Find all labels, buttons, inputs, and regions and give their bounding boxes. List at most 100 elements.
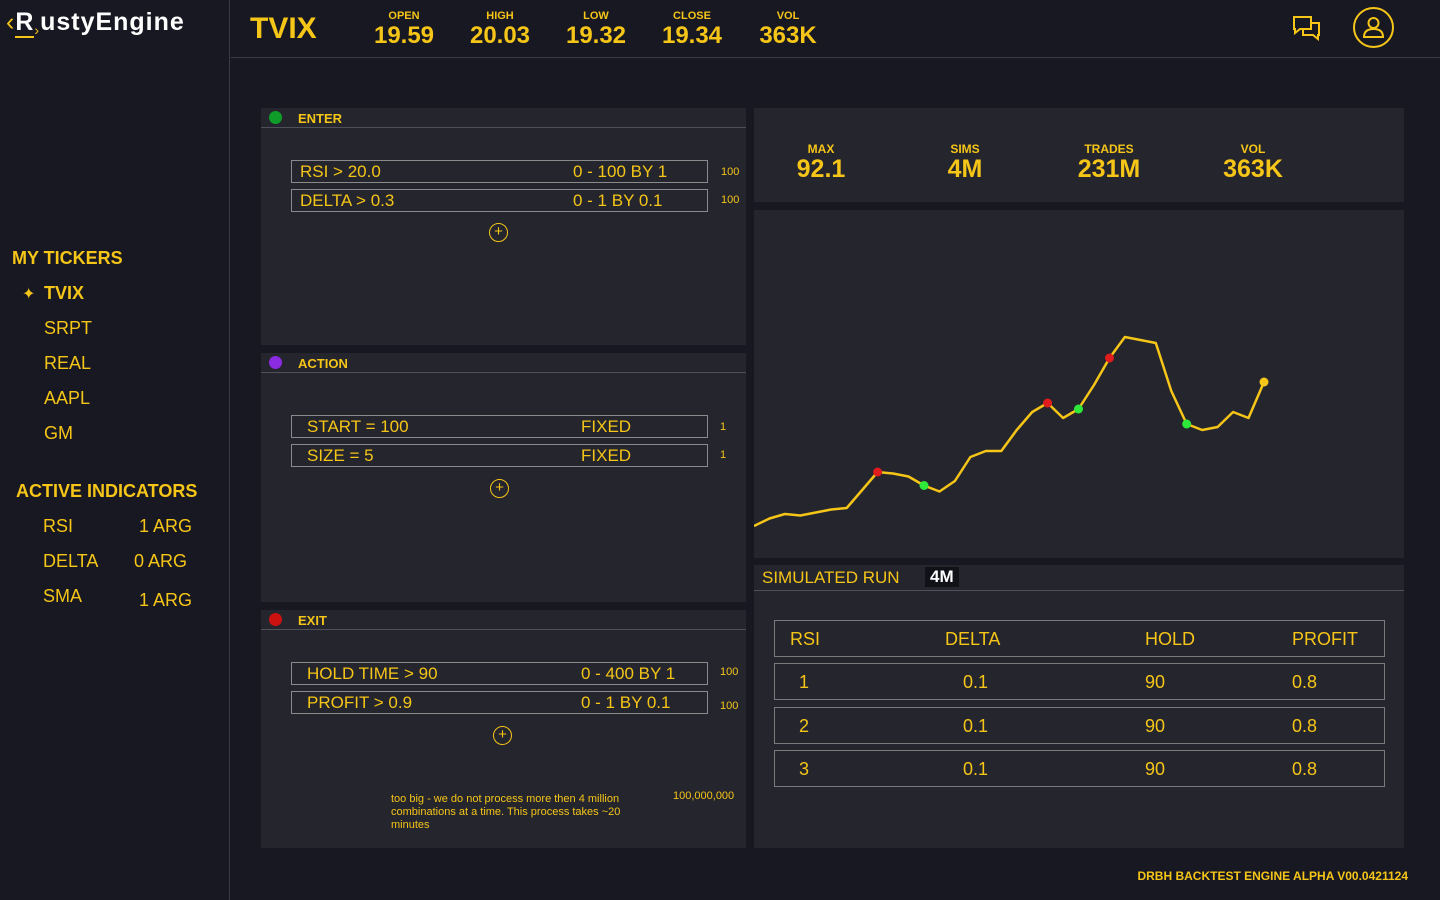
table-row[interactable]: 1 0.1 90 0.8 — [774, 663, 1385, 700]
action-status-dot — [269, 356, 282, 369]
stat-value: 19.32 — [565, 22, 627, 49]
trade-marker[interactable] — [1259, 377, 1269, 387]
app-logo[interactable]: ‹R›ustyEngine — [6, 8, 185, 38]
active-indicators-title: ACTIVE INDICATORS — [16, 481, 198, 501]
enter-status-dot — [269, 111, 282, 124]
column-header-profit[interactable]: PROFIT — [1292, 629, 1358, 650]
stat-value: 363K — [759, 22, 817, 49]
range-text: 0 - 1 BY 0.1 — [573, 191, 663, 210]
enter-condition-row[interactable]: RSI > 20.0 0 - 100 BY 1 — [291, 160, 708, 183]
condition-text: PROFIT > 0.9 — [307, 693, 413, 712]
combination-count: 100 — [720, 700, 739, 712]
sidebar-ticker-tvix[interactable]: TVIX — [44, 283, 84, 304]
trade-marker[interactable] — [1105, 353, 1114, 363]
enter-panel-header: ENTER — [261, 108, 746, 128]
top-header: TVIX OPEN 19.59 HIGH 20.03 LOW 19.32 CLO… — [231, 0, 1440, 58]
trade-marker[interactable] — [1182, 419, 1192, 429]
summary-value: 92.1 — [796, 155, 846, 183]
trade-marker[interactable] — [1074, 404, 1083, 414]
indicator-name[interactable]: DELTA — [43, 551, 98, 572]
exit-panel: EXIT HOLD TIME > 90 0 - 400 BY 1 100 PRO… — [261, 610, 746, 848]
summary-trades: TRADES 231M — [1049, 142, 1169, 182]
summary-value: 363K — [1223, 155, 1283, 183]
add-enter-condition-icon[interactable]: + — [489, 223, 508, 242]
cell-hold: 90 — [1145, 759, 1166, 779]
column-header-hold[interactable]: HOLD — [1145, 629, 1195, 650]
range-text: 0 - 400 BY 1 — [581, 664, 676, 683]
combination-count: 100 — [721, 166, 740, 178]
action-condition-row[interactable]: START = 100 FIXED — [291, 415, 708, 438]
my-tickers-title: MY TICKERS — [12, 248, 123, 268]
summary-label: TRADES — [1084, 142, 1134, 156]
condition-text: HOLD TIME > 90 — [307, 664, 438, 683]
summary-label: SIMS — [950, 142, 980, 156]
version-footer: DRBH BACKTEST ENGINE ALPHA V00.0421124 — [1137, 869, 1408, 883]
trade-marker[interactable] — [873, 467, 883, 477]
indicator-name[interactable]: SMA — [43, 586, 82, 607]
cell-rsi: 1 — [799, 672, 810, 692]
exit-panel-title: EXIT — [298, 613, 327, 628]
summary-vol: VOL 363K — [1193, 142, 1313, 182]
summary-sims: SIMS 4M — [905, 142, 1025, 182]
range-text: FIXED — [581, 446, 632, 465]
cell-delta: 0.1 — [963, 759, 989, 779]
trade-marker[interactable] — [919, 481, 929, 490]
add-exit-condition-icon[interactable]: + — [493, 726, 512, 745]
sidebar: ‹R›ustyEngine MY TICKERS ✦ TVIX SRPT REA… — [0, 0, 230, 900]
condition-text: START = 100 — [307, 417, 409, 436]
combination-count: 1 — [720, 449, 727, 461]
exit-condition-row[interactable]: PROFIT > 0.9 0 - 1 BY 0.1 — [291, 691, 708, 714]
stat-value: 20.03 — [469, 22, 531, 49]
range-text: 0 - 100 BY 1 — [573, 162, 668, 181]
indicator-name[interactable]: RSI — [43, 516, 73, 537]
condition-text: RSI > 20.0 — [300, 162, 381, 181]
cell-profit: 0.8 — [1292, 672, 1318, 692]
sidebar-ticker-gm[interactable]: GM — [44, 423, 73, 444]
column-header-rsi[interactable]: RSI — [790, 629, 820, 650]
stat-low: LOW 19.32 — [556, 10, 636, 49]
enter-condition-row[interactable]: DELTA > 0.3 0 - 1 BY 0.1 — [291, 189, 708, 212]
sidebar-ticker-real[interactable]: REAL — [44, 353, 91, 374]
enter-panel: ENTER RSI > 20.0 0 - 100 BY 1 100 DELTA … — [261, 108, 746, 345]
range-text: 0 - 1 BY 0.1 — [581, 693, 671, 712]
combination-warning: too big - we do not process more then 4 … — [391, 793, 621, 831]
action-condition-row[interactable]: SIZE = 5 FIXED — [291, 444, 708, 467]
stat-value: 19.34 — [661, 22, 723, 49]
current-ticker: TVIX — [250, 12, 317, 45]
cell-hold: 90 — [1145, 672, 1166, 692]
trade-marker[interactable] — [1043, 398, 1053, 408]
action-panel-title: ACTION — [298, 356, 348, 371]
cell-rsi: 2 — [799, 716, 810, 736]
table-row[interactable]: 3 0.1 90 0.8 — [774, 750, 1385, 787]
cell-profit: 0.8 — [1292, 759, 1318, 779]
cell-delta: 0.1 — [963, 716, 989, 736]
simulated-run-panel: SIMULATED RUN 4M RSI DELTA HOLD PROFIT 1… — [754, 565, 1404, 848]
total-combinations: 100,000,000 — [673, 790, 735, 802]
stat-value: 19.59 — [373, 22, 435, 49]
add-action-icon[interactable]: + — [490, 479, 509, 498]
user-avatar-icon[interactable] — [1353, 7, 1394, 48]
indicator-args: 1 ARG — [139, 590, 193, 610]
simulated-run-badge: 4M — [925, 567, 959, 587]
sidebar-ticker-srpt[interactable]: SRPT — [44, 318, 92, 339]
stat-vol: VOL 363K — [748, 10, 828, 49]
stat-open: OPEN 19.59 — [364, 10, 444, 49]
chat-icon[interactable] — [1291, 14, 1323, 44]
combination-count: 100 — [720, 666, 739, 678]
simulated-run-title: SIMULATED RUN — [762, 568, 900, 587]
column-header-delta[interactable]: DELTA — [945, 629, 1000, 650]
sidebar-ticker-aapl[interactable]: AAPL — [44, 388, 90, 409]
cell-delta: 0.1 — [963, 672, 989, 692]
indicator-args: 0 ARG — [134, 551, 188, 571]
exit-panel-header: EXIT — [261, 610, 746, 630]
summary-value: 231M — [1077, 155, 1141, 183]
exit-status-dot — [269, 613, 282, 626]
indicator-args: 1 ARG — [139, 516, 193, 536]
stat-close: CLOSE 19.34 — [652, 10, 732, 49]
table-row[interactable]: 2 0.1 90 0.8 — [774, 707, 1385, 744]
stat-high: HIGH 20.03 — [460, 10, 540, 49]
chart-panel — [753, 210, 1404, 558]
cell-profit: 0.8 — [1292, 716, 1318, 736]
action-panel: ACTION START = 100 FIXED 1 SIZE = 5 FIXE… — [261, 353, 746, 602]
exit-condition-row[interactable]: HOLD TIME > 90 0 - 400 BY 1 — [291, 662, 708, 685]
